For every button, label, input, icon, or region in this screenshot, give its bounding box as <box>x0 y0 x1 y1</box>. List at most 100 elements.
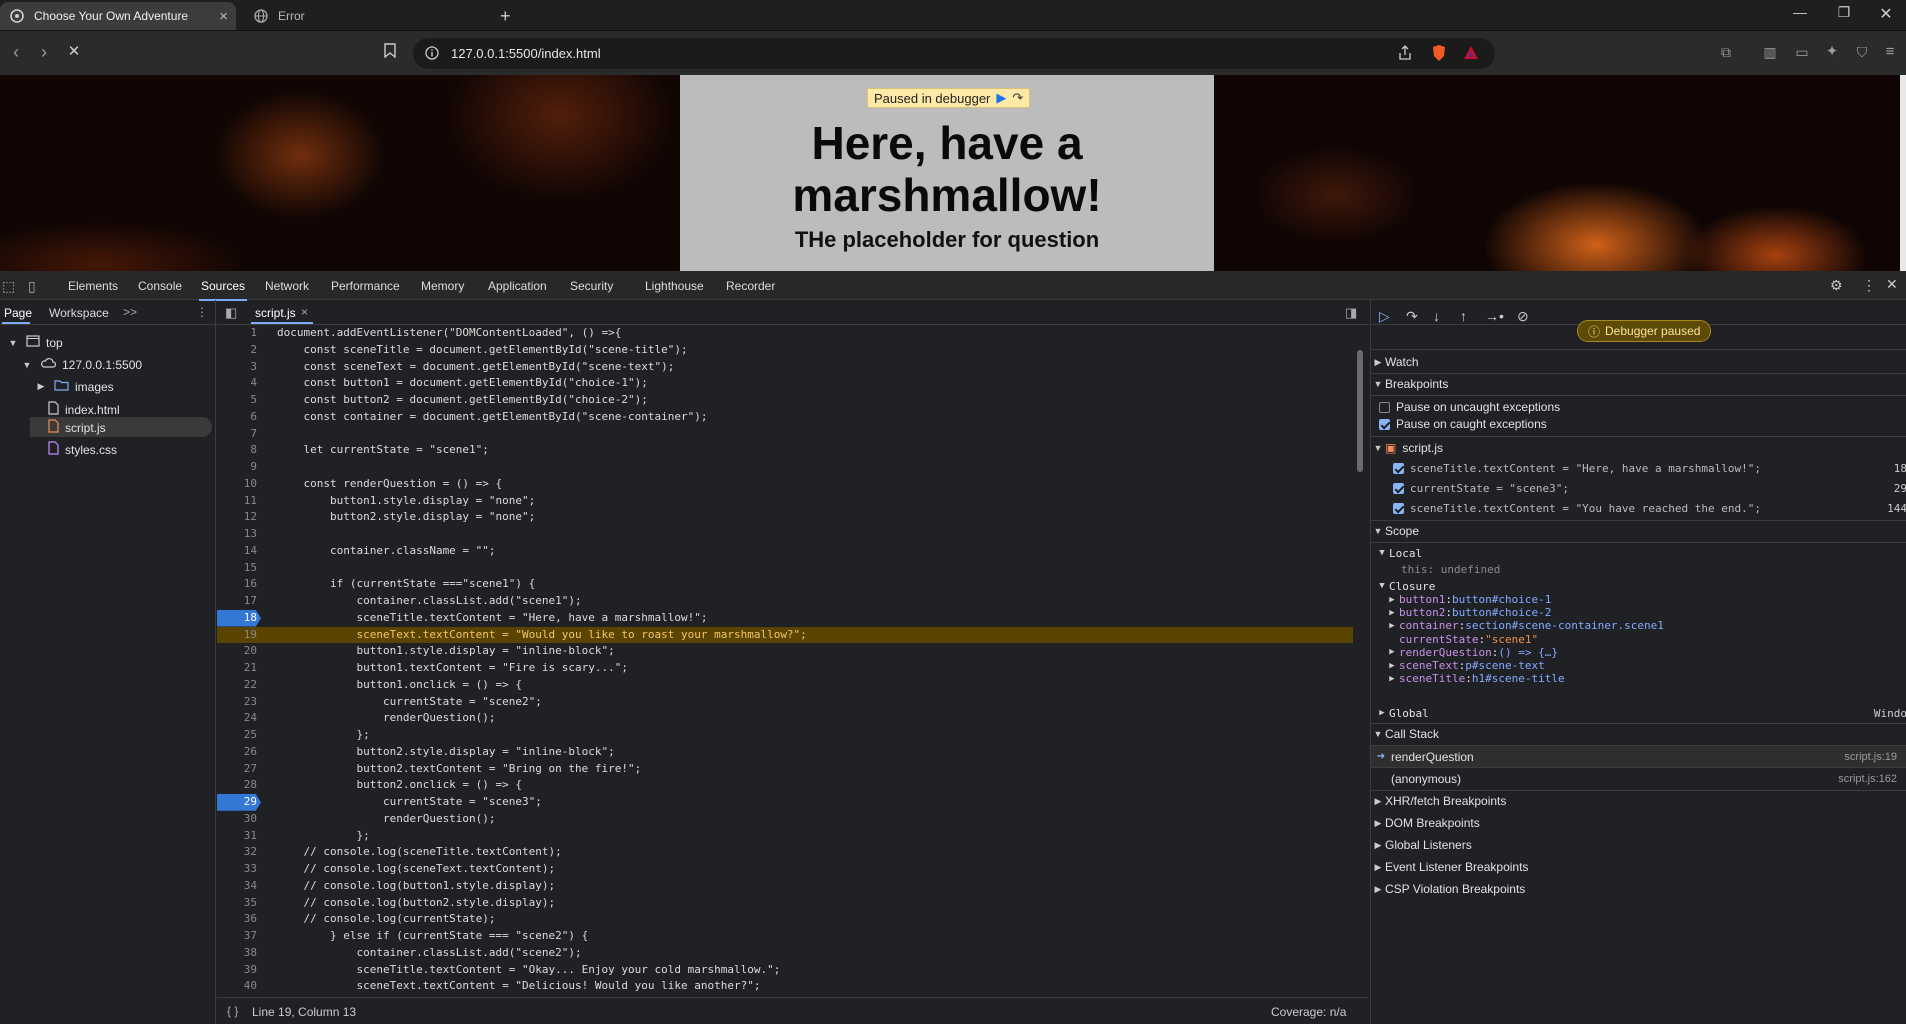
step-over-icon[interactable]: ↷ <box>1406 308 1418 325</box>
code-line[interactable]: 11 button1.style.display = "none"; <box>217 493 1353 510</box>
line-number[interactable]: 8 <box>217 442 257 459</box>
new-tab-button[interactable]: + <box>490 2 520 30</box>
line-number[interactable]: 27 <box>217 761 257 778</box>
tree-item-styles-css[interactable]: styles.css <box>48 441 117 458</box>
close-file-icon[interactable]: × <box>301 305 308 319</box>
line-number[interactable]: 22 <box>217 677 257 694</box>
code-line[interactable]: 2 const sceneTitle = document.getElement… <box>217 342 1353 359</box>
code-line[interactable]: 38 container.classList.add("scene2"); <box>217 945 1353 962</box>
code-line[interactable]: 14 container.className = ""; <box>217 543 1353 560</box>
tab-performance[interactable]: Performance <box>331 279 400 293</box>
inspect-element-icon[interactable]: ⬚ <box>2 278 15 295</box>
breakpoint-item[interactable]: sceneTitle.textContent = "Here, have a m… <box>1393 458 1906 478</box>
closure-variable[interactable]: ▶ sceneTitle: h1#scene-title <box>1385 672 1905 685</box>
line-number[interactable]: 1 <box>217 325 257 342</box>
line-number[interactable]: 19 <box>217 627 257 644</box>
closure-variable[interactable]: currentState: "scene1" <box>1385 633 1905 646</box>
tab-sources[interactable]: Sources <box>198 279 248 301</box>
code-line[interactable]: 39 sceneTitle.textContent = "Okay... Enj… <box>217 962 1353 979</box>
code-line[interactable]: 33 // console.log(sceneText.textContent)… <box>217 861 1353 878</box>
browser-tab-active[interactable]: Choose Your Own Adventure × <box>0 2 236 30</box>
code-line[interactable]: 21 button1.textContent = "Fire is scary.… <box>217 660 1353 677</box>
tab-workspace[interactable]: Workspace <box>49 306 109 320</box>
tree-item-images[interactable]: ▶ images <box>34 379 114 394</box>
close-tab-icon[interactable]: × <box>219 8 228 25</box>
sidebar-icon[interactable]: ▥ <box>1760 43 1780 61</box>
settings-gear-icon[interactable]: ⚙ <box>1830 277 1843 294</box>
line-number[interactable]: 3 <box>217 359 257 376</box>
page-scrollbar[interactable] <box>1900 75 1906 271</box>
code-line[interactable]: 17 container.classList.add("scene1"); <box>217 593 1353 610</box>
resume-icon[interactable]: ▶︎ <box>996 90 1006 106</box>
line-number[interactable]: 33 <box>217 861 257 878</box>
code-line[interactable]: 10 const renderQuestion = () => { <box>217 476 1353 493</box>
breakpoint-item[interactable]: sceneTitle.textContent = "You have reach… <box>1393 498 1906 518</box>
code-line[interactable]: 5 const button2 = document.getElementByI… <box>217 392 1353 409</box>
closure-variable[interactable]: ▶ button2: button#choice-2 <box>1385 606 1905 619</box>
code-line[interactable]: 30 renderQuestion(); <box>217 811 1353 828</box>
code-line[interactable]: 1 document.addEventListener("DOMContentLo… <box>217 325 1353 342</box>
navigator-menu-icon[interactable]: ⋮ <box>196 305 208 319</box>
line-number[interactable]: 20 <box>217 643 257 660</box>
breakpoint-item[interactable]: currentState = "scene3"; 29 <box>1393 478 1906 498</box>
code-line[interactable]: 35 // console.log(button2.style.display)… <box>217 895 1353 912</box>
line-number[interactable]: 23 <box>217 694 257 711</box>
code-line[interactable]: 28 button2.onclick = () => { <box>217 777 1353 794</box>
toggle-debugger-icon[interactable]: ◨ <box>1345 305 1357 321</box>
line-number[interactable]: 31 <box>217 828 257 845</box>
resume-icon[interactable]: ▷ <box>1379 308 1390 325</box>
frame-location[interactable]: script.js:19 <box>1844 751 1897 763</box>
browser-tab[interactable]: Error <box>244 2 484 30</box>
closure-variable[interactable]: ▶ renderQuestion: () => {…} <box>1385 646 1905 659</box>
wallet-icon[interactable]: ▭ <box>1792 43 1812 61</box>
minimize-icon[interactable]: — <box>1780 4 1820 20</box>
code-line[interactable]: 36 // console.log(currentState); <box>217 911 1353 928</box>
step-icon[interactable]: →• <box>1485 308 1504 324</box>
code-line[interactable]: 6 const container = document.getElementB… <box>217 409 1353 426</box>
tab-network[interactable]: Network <box>265 279 309 293</box>
line-number[interactable]: 9 <box>217 459 257 476</box>
code-line[interactable]: 18 sceneTitle.textContent = "Here, have … <box>217 609 1353 627</box>
line-number[interactable]: 38 <box>217 945 257 962</box>
breakpoint-marker[interactable]: 18 <box>217 609 261 627</box>
close-devtools-icon[interactable]: ✕ <box>1886 276 1898 293</box>
line-number[interactable]: 2 <box>217 342 257 359</box>
breakpoint-marker[interactable]: 29 <box>217 794 261 811</box>
line-number[interactable]: 35 <box>217 895 257 912</box>
code-line[interactable]: 8 let currentState = "scene1"; <box>217 442 1353 459</box>
line-number[interactable]: 7 <box>217 426 257 443</box>
tab-elements[interactable]: Elements <box>68 279 118 293</box>
event-listener-breakpoints-section[interactable]: ▶ Event Listener Breakpoints <box>1371 857 1906 877</box>
csp-violation-breakpoints-section[interactable]: ▶ CSP Violation Breakpoints <box>1371 879 1906 899</box>
breakpoint-file-group[interactable]: ▼ ▣ script.js <box>1371 438 1906 458</box>
code-line[interactable]: 12 button2.style.display = "none"; <box>217 509 1353 526</box>
line-number[interactable]: 15 <box>217 560 257 577</box>
code-line[interactable]: 15 <box>217 560 1353 577</box>
line-number[interactable]: 16 <box>217 576 257 593</box>
back-icon[interactable]: ‹ <box>6 43 26 61</box>
tab-lighthouse[interactable]: Lighthouse <box>645 279 704 293</box>
line-number[interactable]: 36 <box>217 911 257 928</box>
dom-breakpoints-section[interactable]: ▶ DOM Breakpoints <box>1371 813 1906 833</box>
line-number[interactable]: 39 <box>217 962 257 979</box>
checkbox-checked[interactable] <box>1393 462 1404 474</box>
screenshot-icon[interactable]: ⧉ <box>1716 43 1736 61</box>
code-line[interactable]: 16 if (currentState ==="scene1") { <box>217 576 1353 593</box>
tree-item-top[interactable]: ▼ top <box>6 335 63 350</box>
line-number[interactable]: 14 <box>217 543 257 560</box>
tree-item-script-js[interactable]: script.js <box>48 419 106 436</box>
tab-console[interactable]: Console <box>138 279 182 293</box>
more-options-icon[interactable]: ⋮ <box>1862 277 1876 294</box>
checkbox-checked[interactable] <box>1393 502 1404 514</box>
breakpoints-section-header[interactable]: ▼ Breakpoints <box>1371 374 1906 394</box>
tab-memory[interactable]: Memory <box>421 279 464 293</box>
line-number[interactable]: 4 <box>217 375 257 392</box>
code-line[interactable]: 7 <box>217 426 1353 443</box>
line-number[interactable]: 34 <box>217 878 257 895</box>
tab-page[interactable]: Page <box>4 306 32 320</box>
line-number[interactable]: 28 <box>217 777 257 794</box>
share-icon[interactable] <box>1397 45 1413 64</box>
forward-icon[interactable]: › <box>34 43 54 61</box>
line-number[interactable]: 10 <box>217 476 257 493</box>
code-line[interactable]: 23 currentState = "scene2"; <box>217 694 1353 711</box>
